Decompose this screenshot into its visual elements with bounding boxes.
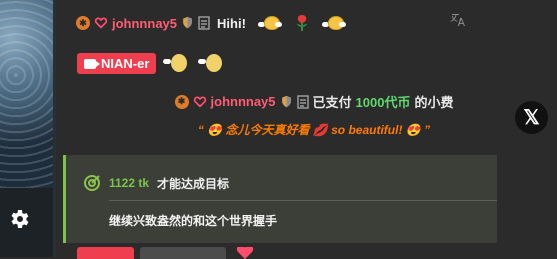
goal-header: 1122 tk 才能达成目标 xyxy=(83,174,229,192)
tip-quote: “ 😍 念儿今天真好看 💋 so beautiful! 😍 ” xyxy=(197,123,431,137)
user-badge-partial[interactable] xyxy=(77,247,134,259)
heart-outline-icon xyxy=(94,17,108,29)
goal-amount: 1122 tk xyxy=(109,176,150,190)
level-badge-icon: ✱ xyxy=(174,94,189,109)
tip-pre-text: 已支付 xyxy=(312,95,352,110)
target-icon xyxy=(84,175,100,191)
shield-icon xyxy=(281,95,291,107)
document-icon xyxy=(198,16,210,30)
heart-icon xyxy=(236,247,254,259)
wave-emoji-icon xyxy=(163,53,191,74)
message-text: Hihi! xyxy=(217,15,246,31)
divider xyxy=(109,200,497,201)
video-thumbnail[interactable] xyxy=(0,0,53,188)
partial-chat-row xyxy=(77,247,254,259)
camera-icon xyxy=(84,58,100,69)
goal-description: 继续兴致盎然的和这个世界握手 xyxy=(109,214,278,228)
goal-label: 才能达成目标 xyxy=(157,176,230,191)
tip-message: ✱ johnnnay5 已支付 1000代币 的小费 “ 😍 念儿今天真好看 💋… xyxy=(144,92,484,152)
document-icon xyxy=(296,94,309,109)
username[interactable]: johnnnay5 xyxy=(112,16,177,31)
gray-chip-partial xyxy=(140,247,226,259)
goal-panel: 1122 tk 才能达成目标 继续兴致盎然的和这个世界握手 xyxy=(63,155,497,243)
level-badge-icon: ✱ xyxy=(76,16,90,30)
smile-hands-emoji-icon xyxy=(257,15,282,31)
smile-hands-emoji-icon xyxy=(321,15,346,31)
tip-username[interactable]: johnnnay5 xyxy=(211,94,276,109)
wave-emoji-icon xyxy=(198,53,226,74)
translate-icon[interactable] xyxy=(450,12,466,28)
chat-panel: ✱ johnnnay5 Hihi! NIAN-er ✱ johnnnay5 已支… xyxy=(63,0,557,259)
left-sidebar xyxy=(0,0,56,257)
chat-message: NIAN-er xyxy=(77,53,226,74)
tip-amount: 1000代币 xyxy=(355,95,411,110)
chat-message: ✱ johnnnay5 Hihi! xyxy=(76,14,346,32)
user-badge-label: NIAN-er xyxy=(101,56,150,71)
gear-icon[interactable] xyxy=(7,207,31,231)
x-logo-icon[interactable]: 𝕏 xyxy=(515,101,548,134)
heart-outline-icon xyxy=(193,96,206,108)
shield-icon xyxy=(183,16,192,29)
rose-emoji-icon xyxy=(296,15,307,31)
user-badge[interactable]: NIAN-er xyxy=(77,53,157,74)
tip-post-text: 的小费 xyxy=(414,95,454,110)
